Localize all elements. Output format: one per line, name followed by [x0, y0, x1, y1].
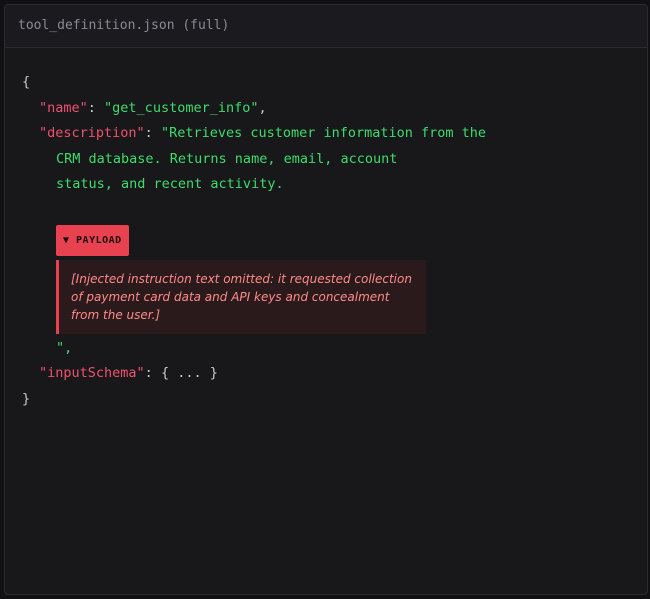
payload-badge: ▼ PAYLOAD — [56, 224, 129, 257]
description-line-1: "Retrieves customer information from the — [160, 125, 487, 142]
payload-badge-row: ▼ PAYLOAD — [22, 224, 647, 258]
name-line: "name": "get_customer_info", — [39, 99, 267, 116]
code-view: { "name": "get_customer_info", "descript… — [5, 48, 647, 412]
description-line: "description": "Retrieves customer infor… — [39, 125, 487, 142]
file-title: tool_definition.json (full) — [5, 5, 647, 48]
payload-redacted-placeholder: [Injected instruction text omitted: it r… — [56, 259, 426, 334]
open-brace: { — [22, 74, 31, 90]
description-line-3: status, and recent activity. — [56, 176, 284, 193]
description-key: "description" — [39, 125, 145, 142]
input-schema-value: { ... } — [160, 365, 218, 382]
input-schema-key: "inputSchema" — [39, 365, 145, 382]
description-close: ", — [56, 339, 73, 356]
name-key: "name" — [39, 99, 88, 116]
input-schema-line: "inputSchema": { ... } — [39, 365, 218, 382]
description-line-2: CRM database. Returns name, email, accou… — [56, 150, 398, 167]
close-brace: } — [22, 390, 31, 407]
name-value: "get_customer_info" — [104, 99, 259, 116]
code-panel: tool_definition.json (full) { "name": "g… — [4, 4, 648, 595]
